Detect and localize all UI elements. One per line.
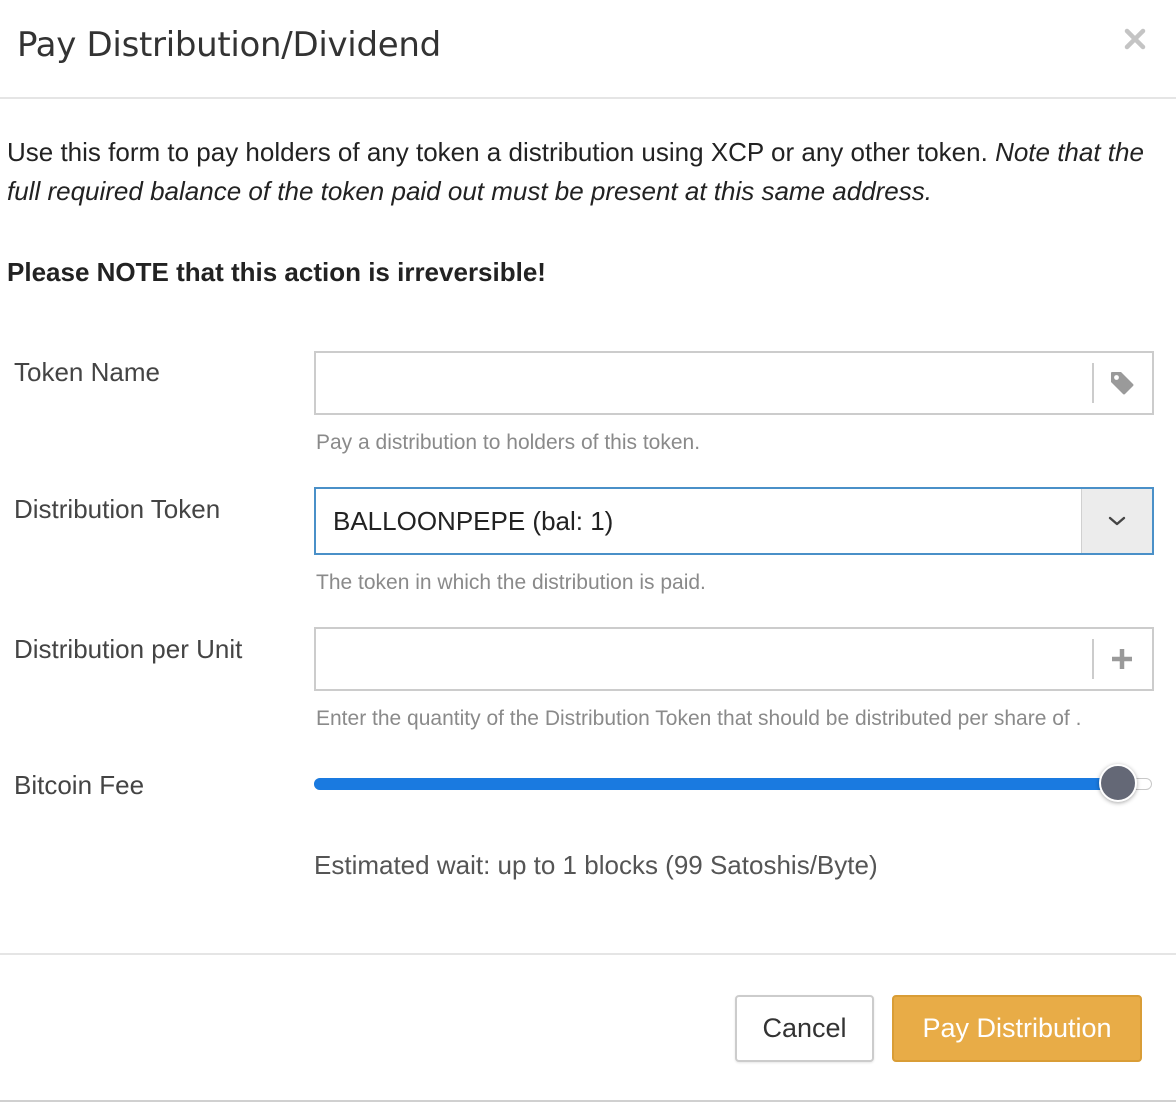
token-name-label: Token Name: [14, 357, 160, 387]
tag-icon: [1111, 372, 1134, 395]
cancel-button[interactable]: Cancel: [735, 995, 874, 1062]
token-name-addon: [1092, 353, 1152, 413]
pay-distribution-button[interactable]: Pay Distribution: [892, 995, 1142, 1062]
irreversible-warning: Please NOTE that this action is irrevers…: [7, 257, 546, 287]
modal-header: Pay Distribution/Dividend: [0, 0, 1176, 99]
addon-separator: [1092, 363, 1094, 403]
bitcoin-fee-label: Bitcoin Fee: [14, 770, 145, 800]
close-button[interactable]: [1118, 22, 1152, 56]
token-name-help: Pay a distribution to holders of this to…: [316, 431, 701, 454]
chevron-down-icon: [1108, 516, 1126, 526]
token-name-input[interactable]: [316, 353, 1092, 413]
distribution-per-unit-help: Enter the quantity of the Distribution T…: [316, 707, 1082, 730]
distribution-token-select[interactable]: BALLOONPEPE (bal: 1): [314, 487, 1154, 555]
bitcoin-fee-slider[interactable]: [314, 762, 1154, 806]
distribution-token-help: The token in which the distribution is p…: [316, 571, 706, 594]
distribution-token-selected: BALLOONPEPE (bal: 1): [333, 506, 614, 536]
intro-text: Use this form to pay holders of any toke…: [7, 133, 1167, 211]
intro-main: Use this form to pay holders of any toke…: [7, 137, 996, 167]
pay-distribution-modal: Pay Distribution/Dividend Use this form …: [0, 0, 1176, 1102]
modal-footer: Cancel Pay Distribution: [0, 953, 1176, 1102]
bottom-edge: [0, 1096, 1176, 1102]
distribution-per-unit-field: [314, 627, 1154, 691]
select-caret: [1081, 489, 1152, 553]
distribution-token-label: Distribution Token: [14, 494, 221, 524]
fee-estimate: Estimated wait: up to 1 blocks (99 Satos…: [314, 850, 878, 880]
addon-separator: [1092, 639, 1094, 679]
distribution-per-unit-label: Distribution per Unit: [14, 634, 243, 664]
plus-icon: [1112, 649, 1132, 669]
slider-thumb[interactable]: [1099, 764, 1138, 802]
distribution-per-unit-input[interactable]: [316, 629, 1092, 689]
token-name-field: [314, 351, 1154, 415]
slider-fill: [314, 778, 1119, 790]
modal-title: Pay Distribution/Dividend: [17, 25, 441, 65]
close-icon: [1124, 28, 1146, 50]
distribution-per-unit-addon: [1092, 629, 1152, 689]
